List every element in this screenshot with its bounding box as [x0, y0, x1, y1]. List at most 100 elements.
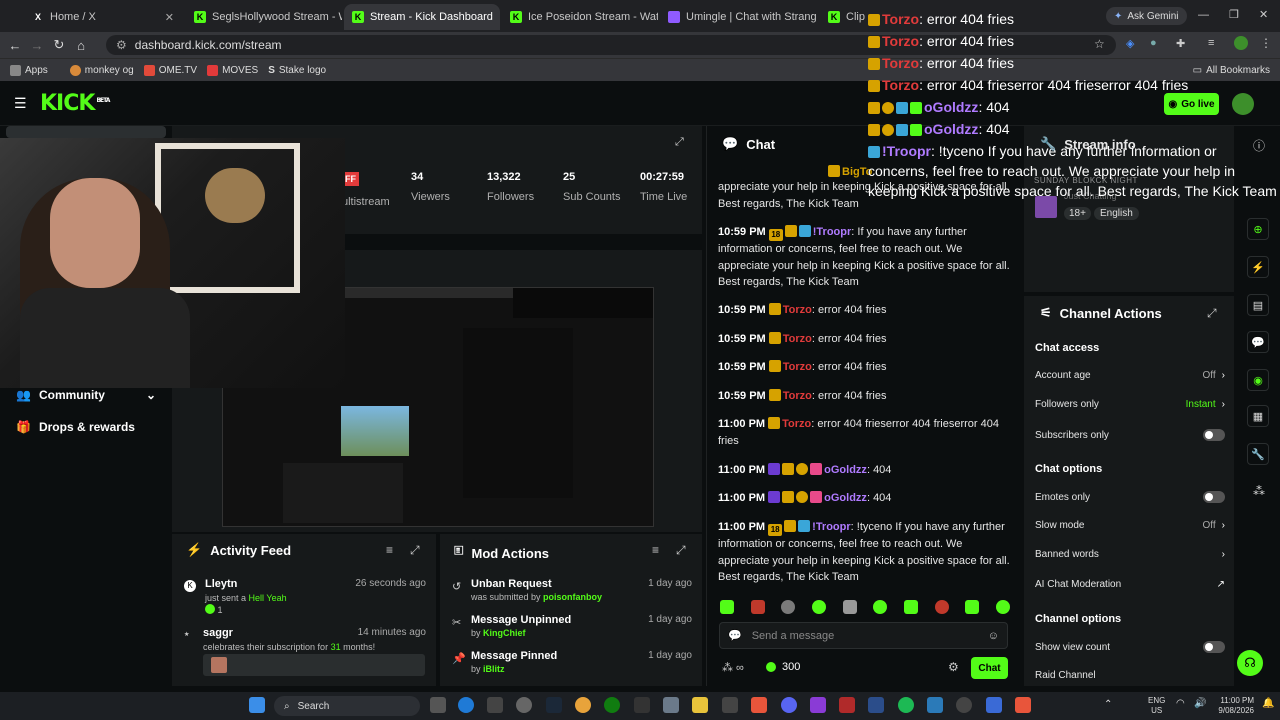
- xbox-icon[interactable]: [604, 697, 620, 713]
- emotes-only-toggle[interactable]: [1203, 491, 1225, 503]
- show-view-count-row[interactable]: Show view count: [1035, 641, 1225, 653]
- obs-icon[interactable]: [516, 697, 532, 713]
- chrome-icon[interactable]: [575, 697, 591, 713]
- feed-user[interactable]: saggr: [203, 627, 233, 639]
- emote-icon[interactable]: [811, 600, 826, 614]
- subscribers-only-row[interactable]: Subscribers only: [1035, 429, 1225, 441]
- kick-logo[interactable]: KICK BETA: [40, 91, 110, 116]
- chevron-up-icon[interactable]: ⌃: [1104, 699, 1112, 710]
- mod-user[interactable]: KingChief: [483, 628, 526, 638]
- kick-points[interactable]: 300: [766, 661, 800, 673]
- tab-segls[interactable]: K SeglsHollywood Stream - Watc ✕: [186, 4, 342, 30]
- reload-icon[interactable]: ↻: [48, 37, 70, 53]
- broadcast-icon[interactable]: ◉: [1247, 369, 1269, 391]
- view-count-toggle[interactable]: [1203, 641, 1225, 653]
- filter-icon[interactable]: ≡: [386, 543, 393, 557]
- gear-icon[interactable]: ⚙: [948, 660, 959, 674]
- sidebar-item-drops[interactable]: 🎁 Drops & rewards: [16, 420, 135, 434]
- close-tab-icon[interactable]: ✕: [165, 11, 174, 24]
- emote-icon[interactable]: [995, 600, 1010, 614]
- message-user[interactable]: Torzo: [783, 333, 812, 345]
- bolt-icon[interactable]: ⚡: [1247, 256, 1269, 278]
- hamburger-menu-icon[interactable]: ☰: [14, 95, 27, 112]
- clock[interactable]: 11:00 PM 9/08/2026: [1210, 696, 1254, 716]
- language-indicator[interactable]: ENG US: [1148, 696, 1165, 716]
- app-icon[interactable]: [986, 697, 1002, 713]
- tab-umingle[interactable]: Umingle | Chat with Strangers Ir: [660, 4, 816, 30]
- back-icon[interactable]: ←: [4, 38, 26, 53]
- bookmark-stake[interactable]: S Stake logo: [268, 65, 326, 76]
- emote-icon[interactable]: [934, 600, 949, 614]
- message-user[interactable]: oGoldzz: [824, 492, 867, 504]
- tab-kick-dashboard[interactable]: K Stream - Kick Dashboard ✕: [344, 4, 500, 30]
- feed-user[interactable]: Lleytn: [205, 578, 237, 590]
- notification-bell-icon[interactable]: 🔔: [1262, 698, 1274, 709]
- emote-icon[interactable]: [720, 600, 734, 614]
- tab-ice-poseidon[interactable]: K Ice Poseidon Stream - Watch Li ✕: [502, 4, 658, 30]
- message-user[interactable]: !Troopr: [812, 521, 851, 533]
- tab-clip[interactable]: K Clip Re: [820, 4, 866, 30]
- expand-icon[interactable]: ⤢: [676, 543, 686, 558]
- settings-icon[interactable]: [663, 697, 679, 713]
- chat-settings-icon[interactable]: 💬: [728, 629, 742, 642]
- terminal-icon[interactable]: [868, 697, 884, 713]
- filter-icon[interactable]: ≡: [652, 543, 659, 557]
- slow-mode-row[interactable]: Slow mode Off ›: [1035, 520, 1225, 531]
- bookmark-apps[interactable]: Apps: [10, 64, 48, 76]
- emote-icon[interactable]: [965, 600, 980, 614]
- sidebar-item-stream[interactable]: [6, 126, 166, 138]
- expand-icon[interactable]: ⤢: [1207, 306, 1217, 321]
- emotes-only-row[interactable]: Emotes only: [1035, 491, 1225, 503]
- ai-moderation-row[interactable]: AI Chat Moderation ↗: [1035, 579, 1225, 590]
- tab-x[interactable]: X Home / X ✕: [24, 4, 182, 30]
- emote-icon[interactable]: [842, 600, 857, 614]
- steam-icon[interactable]: [546, 697, 562, 713]
- app-icon[interactable]: [956, 697, 972, 713]
- message-user[interactable]: Torzo: [783, 390, 812, 402]
- support-chat-button[interactable]: ☊: [1237, 650, 1263, 676]
- emote-icon[interactable]: [781, 600, 796, 614]
- forward-icon[interactable]: →: [26, 38, 48, 53]
- banned-words-row[interactable]: Banned words ›: [1035, 549, 1225, 560]
- bookmark-moves[interactable]: MOVES: [207, 64, 258, 76]
- app-icon[interactable]: [927, 697, 943, 713]
- app-icon[interactable]: [751, 697, 767, 713]
- bookmark-monkey[interactable]: monkey og: [69, 64, 134, 76]
- app-icon[interactable]: [810, 697, 826, 713]
- app-icon[interactable]: [839, 697, 855, 713]
- followers-only-row[interactable]: Followers only Instant ›: [1035, 399, 1225, 410]
- brave-icon[interactable]: [1015, 697, 1031, 713]
- emote-icon[interactable]: [873, 600, 888, 614]
- bookmark-ometv[interactable]: OME.TV: [143, 64, 197, 76]
- mod-user[interactable]: iBlitz: [483, 664, 505, 674]
- site-info-icon[interactable]: ⚙: [116, 38, 127, 52]
- target-icon[interactable]: ⊕: [1247, 218, 1269, 240]
- document-icon[interactable]: ▦: [1247, 405, 1269, 427]
- epic-icon[interactable]: [634, 697, 650, 713]
- spotify-icon[interactable]: [898, 697, 914, 713]
- expand-icon[interactable]: ⤢: [675, 136, 684, 149]
- emoji-icon[interactable]: ☺: [988, 630, 999, 642]
- chat-icon[interactable]: 💬: [1247, 331, 1269, 353]
- more-icon[interactable]: ⁂: [1253, 484, 1265, 498]
- channel-points-icon[interactable]: ⁂ ∞: [722, 661, 744, 674]
- start-icon[interactable]: [249, 697, 265, 713]
- volume-icon[interactable]: 🔊: [1194, 698, 1206, 709]
- emote-icon[interactable]: [750, 600, 765, 614]
- task-view-icon[interactable]: [430, 697, 446, 713]
- expand-icon[interactable]: ⤢: [410, 543, 420, 558]
- folder-icon[interactable]: [692, 697, 708, 713]
- message-user[interactable]: !Troopr: [813, 226, 852, 238]
- close-tab-icon[interactable]: ✕: [499, 11, 500, 24]
- sidebar-item-community[interactable]: 👥 Community ⌄: [16, 388, 156, 402]
- subscribers-only-toggle[interactable]: [1203, 429, 1225, 441]
- taskbar-search[interactable]: ⌕ Search: [274, 696, 420, 716]
- wrench-icon[interactable]: 🔧: [1247, 443, 1269, 465]
- chat-input[interactable]: 💬 Send a message ☺: [719, 622, 1008, 649]
- wifi-icon[interactable]: ◠: [1176, 698, 1185, 709]
- send-chat-button[interactable]: Chat: [971, 657, 1008, 679]
- message-user[interactable]: Torzo: [783, 361, 812, 373]
- home-icon[interactable]: ⌂: [70, 38, 92, 53]
- discord-icon[interactable]: [781, 697, 797, 713]
- app-icon[interactable]: [487, 697, 503, 713]
